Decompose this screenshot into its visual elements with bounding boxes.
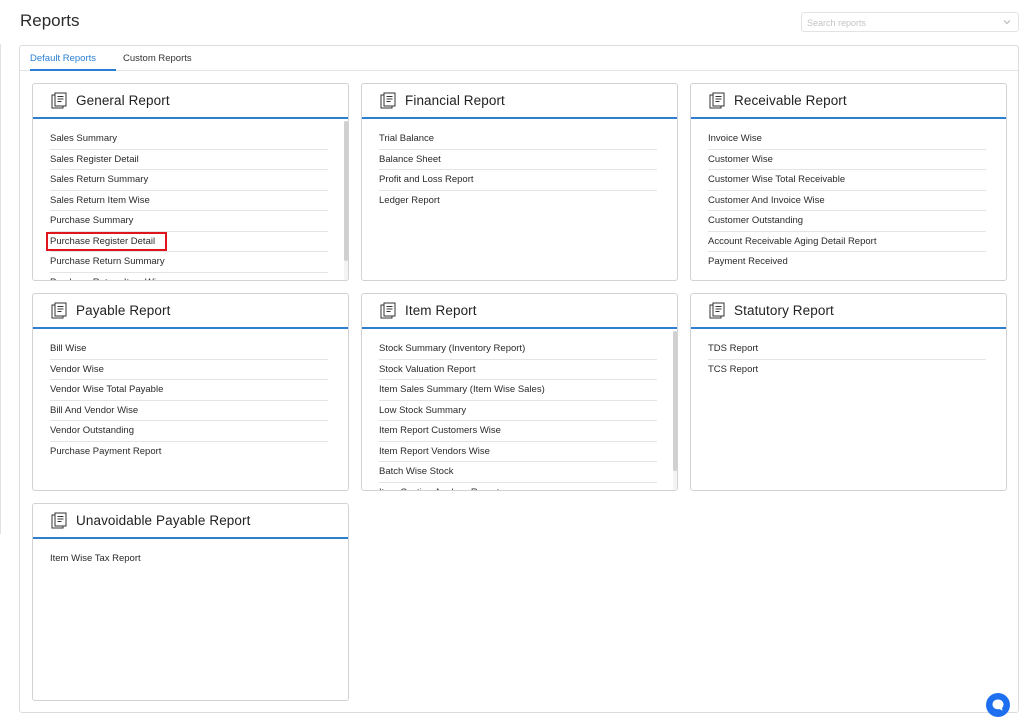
report-document-icon — [709, 92, 725, 109]
card-title: Statutory Report — [734, 303, 834, 318]
card-title: Item Report — [405, 303, 477, 318]
card-title: General Report — [76, 93, 170, 108]
card-title: Unavoidable Payable Report — [76, 513, 251, 528]
chevron-down-icon[interactable] — [1002, 17, 1012, 27]
report-document-icon — [380, 302, 396, 319]
report-list: Item Wise Tax Report — [50, 549, 328, 570]
report-document-icon — [51, 92, 67, 109]
report-link-purchase-return-item-wise[interactable]: Purchase Return Item Wise — [50, 273, 328, 281]
report-list: Bill Wise Vendor Wise Vendor Wise Total … — [50, 339, 328, 462]
card-payable-report: Payable Report Bill Wise Vendor Wise Ven… — [32, 293, 349, 491]
report-link-sales-summary[interactable]: Sales Summary — [50, 129, 328, 150]
report-link-vendor-wise-total-payable[interactable]: Vendor Wise Total Payable — [50, 380, 328, 401]
card-header: Unavoidable Payable Report — [33, 504, 348, 539]
search-select[interactable] — [801, 12, 1019, 32]
report-link-item-report-vendors-wise[interactable]: Item Report Vendors Wise — [379, 442, 657, 462]
report-link-item-costing-analyze[interactable]: Item Costing Analyze Report — [379, 483, 657, 491]
scrollbar-thumb[interactable] — [344, 121, 348, 261]
report-link-tds-report[interactable]: TDS Report — [708, 339, 986, 360]
report-link-purchase-payment[interactable]: Purchase Payment Report — [50, 442, 328, 463]
report-link-purchase-summary[interactable]: Purchase Summary — [50, 211, 328, 232]
report-link-tcs-report[interactable]: TCS Report — [708, 360, 986, 381]
card-header: Statutory Report — [691, 294, 1006, 329]
card-header: Financial Report — [362, 84, 677, 119]
chat-button[interactable] — [986, 693, 1010, 717]
card-general-report: General Report Sales Summary Sales Regis… — [32, 83, 349, 281]
tab-bar: Default Reports Custom Reports — [20, 46, 1018, 71]
report-link-invoice-wise[interactable]: Invoice Wise — [708, 129, 986, 150]
chat-bubble-icon — [992, 699, 1004, 711]
tab-default-reports[interactable]: Default Reports — [30, 46, 116, 71]
report-list: TDS Report TCS Report — [708, 339, 986, 380]
report-link-customer-and-invoice-wise[interactable]: Customer And Invoice Wise — [708, 191, 986, 211]
tab-custom-reports[interactable]: Custom Reports — [123, 46, 192, 71]
report-link-sales-register-detail[interactable]: Sales Register Detail — [50, 150, 328, 170]
report-link-sales-return-summary[interactable]: Sales Return Summary — [50, 170, 328, 191]
report-link-sales-return-item-wise[interactable]: Sales Return Item Wise — [50, 191, 328, 211]
report-list: Invoice Wise Customer Wise Customer Wise… — [708, 129, 986, 273]
report-link-vendor-wise[interactable]: Vendor Wise — [50, 360, 328, 380]
report-link-profit-and-loss[interactable]: Profit and Loss Report — [379, 170, 657, 191]
card-statutory-report: Statutory Report TDS Report TCS Report — [690, 293, 1007, 491]
scrollbar-thumb[interactable] — [673, 331, 677, 471]
card-header: Item Report — [362, 294, 677, 329]
card-title: Receivable Report — [734, 93, 847, 108]
report-link-customer-wise[interactable]: Customer Wise — [708, 150, 986, 170]
report-link-batch-wise-stock[interactable]: Batch Wise Stock — [379, 462, 657, 483]
report-link-ledger-report[interactable]: Ledger Report — [379, 191, 657, 212]
card-unavoidable-payable-report: Unavoidable Payable Report Item Wise Tax… — [32, 503, 349, 701]
report-link-receivable-aging-detail[interactable]: Account Receivable Aging Detail Report — [708, 232, 986, 252]
report-link-bill-wise[interactable]: Bill Wise — [50, 339, 328, 360]
card-title: Payable Report — [76, 303, 171, 318]
report-link-stock-summary[interactable]: Stock Summary (Inventory Report) — [379, 339, 657, 360]
report-link-balance-sheet[interactable]: Balance Sheet — [379, 150, 657, 170]
report-document-icon — [51, 302, 67, 319]
search-input[interactable] — [807, 14, 997, 32]
report-link-bill-and-vendor-wise[interactable]: Bill And Vendor Wise — [50, 401, 328, 421]
report-link-trial-balance[interactable]: Trial Balance — [379, 129, 657, 150]
report-link-item-sales-summary[interactable]: Item Sales Summary (Item Wise Sales) — [379, 380, 657, 401]
report-list: Stock Summary (Inventory Report) Stock V… — [379, 339, 657, 491]
card-title: Financial Report — [405, 93, 505, 108]
card-header: General Report — [33, 84, 348, 119]
card-header: Payable Report — [33, 294, 348, 329]
page-header: Reports — [0, 0, 1024, 44]
report-document-icon — [709, 302, 725, 319]
report-link-purchase-return-summary[interactable]: Purchase Return Summary — [50, 252, 328, 273]
report-link-customer-outstanding[interactable]: Customer Outstanding — [708, 211, 986, 232]
report-document-icon — [51, 512, 67, 529]
report-link-customer-wise-total-receivable[interactable]: Customer Wise Total Receivable — [708, 170, 986, 191]
page-title: Reports — [20, 11, 80, 30]
card-header: Receivable Report — [691, 84, 1006, 119]
report-list: Trial Balance Balance Sheet Profit and L… — [379, 129, 657, 211]
report-link-payment-received[interactable]: Payment Received — [708, 252, 986, 273]
left-divider — [0, 44, 1, 534]
report-link-purchase-register-detail[interactable]: Purchase Register Detail — [46, 231, 328, 252]
report-list: Sales Summary Sales Register Detail Sale… — [46, 129, 328, 281]
report-document-icon — [380, 92, 396, 109]
report-link-low-stock-summary[interactable]: Low Stock Summary — [379, 401, 657, 421]
card-financial-report: Financial Report Trial Balance Balance S… — [361, 83, 678, 281]
report-link-item-report-customers-wise[interactable]: Item Report Customers Wise — [379, 421, 657, 442]
card-item-report: Item Report Stock Summary (Inventory Rep… — [361, 293, 678, 491]
report-link-item-wise-tax[interactable]: Item Wise Tax Report — [50, 549, 328, 570]
reports-panel: Default Reports Custom Reports General R… — [19, 45, 1019, 713]
card-receivable-report: Receivable Report Invoice Wise Customer … — [690, 83, 1007, 281]
report-link-stock-valuation[interactable]: Stock Valuation Report — [379, 360, 657, 380]
report-link-vendor-outstanding[interactable]: Vendor Outstanding — [50, 421, 328, 442]
report-link-label: Purchase Register Detail — [50, 235, 156, 247]
